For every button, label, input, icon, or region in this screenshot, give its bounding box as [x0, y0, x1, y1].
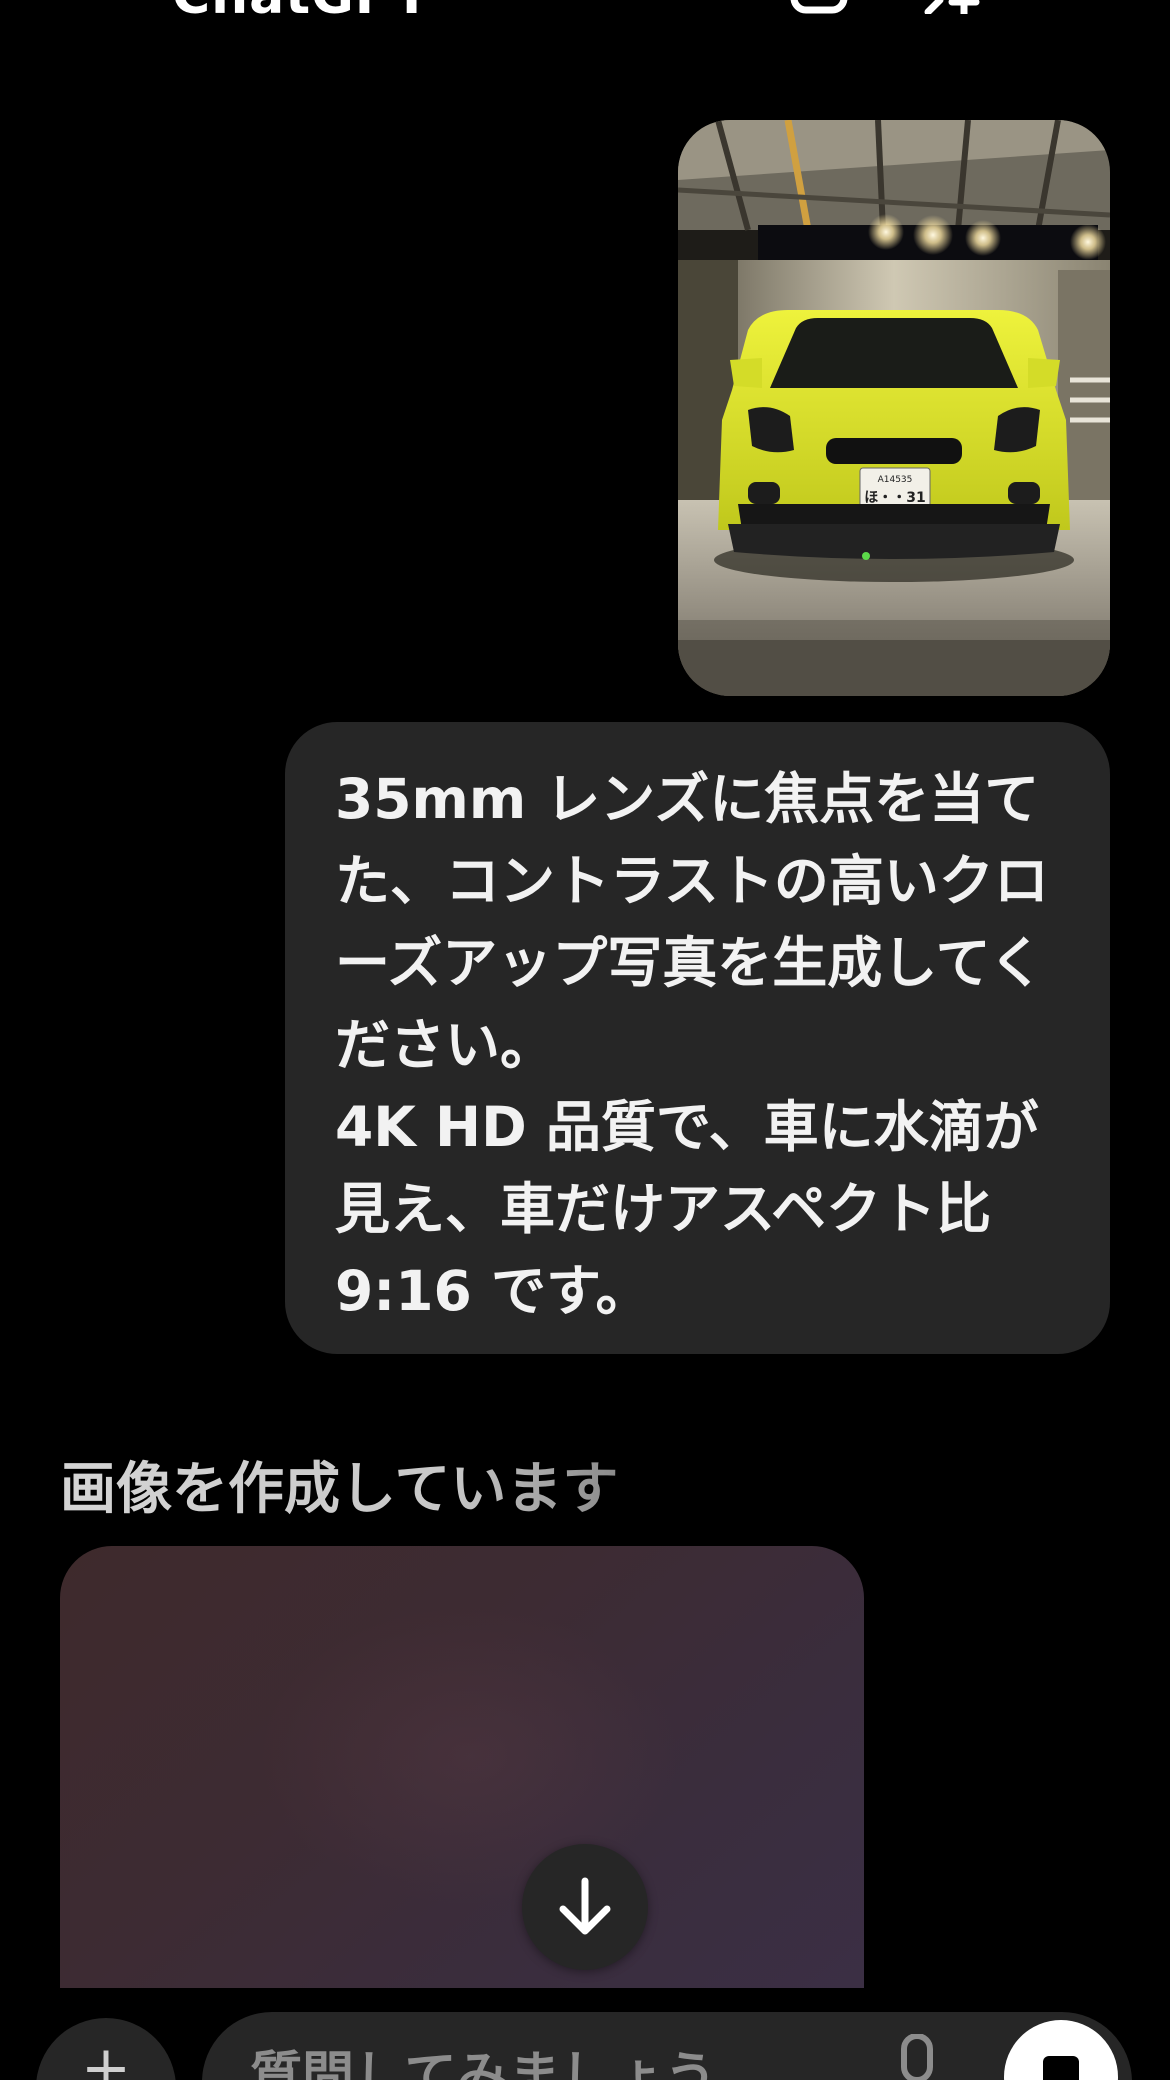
generating-image-placeholder: [60, 1546, 864, 2006]
message-input[interactable]: 質問してみましょう: [202, 2012, 1132, 2080]
plus-icon: +: [80, 2033, 132, 2080]
plate-top-text: A14535: [878, 475, 913, 485]
arrow-down-icon: [559, 1877, 611, 1935]
yellow-car-photo: A14535 ほ・・31: [678, 120, 1110, 696]
mic-icon[interactable]: [892, 2034, 942, 2080]
user-message-bubble[interactable]: 35mm レンズに焦点を当てた、コントラストの高いクローズアップ写真を生成してく…: [285, 722, 1110, 1354]
user-message-text: 35mm レンズに焦点を当てた、コントラストの高いクローズアップ写真を生成してく…: [335, 767, 1049, 1323]
plate-bottom-text: ほ・・31: [864, 490, 925, 506]
assistant-status-text: 画像を作成しています: [60, 1444, 618, 1525]
user-image-message[interactable]: A14535 ほ・・31: [678, 120, 1110, 696]
composer-bar: + 質問してみましょう: [0, 1988, 1170, 2080]
scroll-to-bottom-button[interactable]: [522, 1844, 648, 1970]
message-input-placeholder: 質問してみましょう: [250, 2047, 717, 2080]
top-header: ChatGPT: [0, 0, 1170, 24]
new-chat-icon[interactable]: [790, 0, 854, 14]
new-group-chat-icon[interactable]: [918, 0, 982, 18]
attach-plus-button[interactable]: +: [36, 2018, 176, 2080]
app-title[interactable]: ChatGPT: [172, 0, 430, 24]
stop-icon: [1043, 2056, 1079, 2080]
